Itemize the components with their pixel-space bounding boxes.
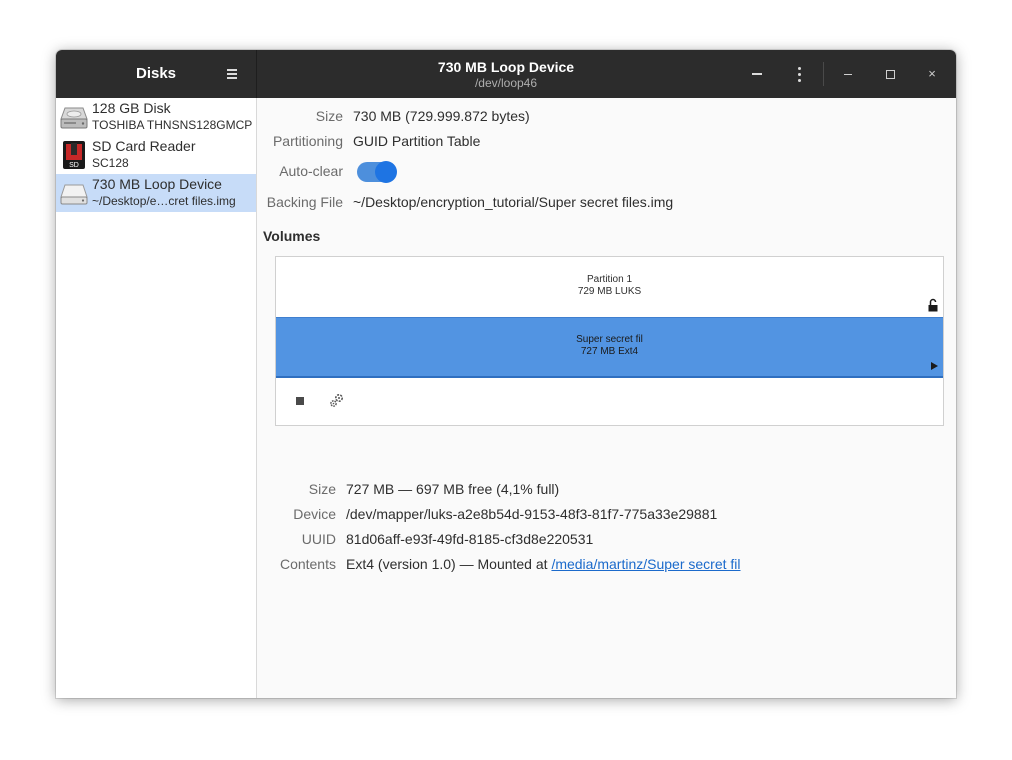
gears-icon[interactable] (328, 391, 346, 409)
mount-point-link[interactable]: /media/martinz/Super secret fil (551, 556, 740, 572)
volume-size-label: Size (308, 481, 336, 497)
autoclear-toggle[interactable] (357, 161, 397, 183)
sd-card-icon: SD (63, 141, 85, 169)
unmount-stop-icon[interactable] (296, 397, 304, 405)
minimize-window-icon[interactable] (837, 64, 859, 84)
disk-name: 730 MB Loop Device (92, 176, 222, 192)
uuid-label: UUID (301, 531, 336, 547)
filesystem-detail: 727 MB Ext4 (580, 346, 639, 357)
toggle-knob (375, 161, 397, 183)
loop-device-icon (60, 184, 88, 205)
partition-text: Partition 1 729 MB LUKS (276, 274, 943, 298)
filesystem-text: Super secret fil 727 MB Ext4 (276, 334, 943, 358)
disk-item-sd-card-reader[interactable]: SD SD Card Reader SC128 (56, 136, 256, 174)
contents-label: Contents (279, 556, 336, 572)
disk-model: TOSHIBA THNSNS128GMCP (92, 118, 253, 132)
backing-file-label: Backing File (266, 194, 343, 210)
headerbar: Disks 730 MB Loop Device /dev/loop46 × (56, 50, 956, 98)
backing-file-value: ~/Desktop/encryption_tutorial/Super secr… (353, 194, 674, 210)
headerbar-separator (823, 62, 824, 86)
device-label: Device (293, 506, 336, 522)
partition-detail: 729 MB LUKS (577, 286, 642, 297)
drive-menu-icon[interactable] (788, 64, 810, 84)
disk-name: SD Card Reader (92, 138, 196, 154)
maximize-window-icon[interactable] (879, 64, 901, 84)
unlocked-icon (928, 298, 938, 312)
partition-block[interactable]: Partition 1 729 MB LUKS (276, 257, 943, 317)
disks-window: Disks 730 MB Loop Device /dev/loop46 × 1… (56, 50, 956, 698)
disk-backing-path: ~/Desktop/e…cret files.img (92, 194, 236, 208)
filesystem-name: Super secret fil (576, 334, 643, 345)
volume-size-value: 727 MB — 697 MB free (4,1% full) (346, 481, 560, 497)
close-window-icon[interactable]: × (921, 64, 943, 84)
device-value: /dev/mapper/luks-a2e8b54d-9153-48f3-81f7… (346, 506, 718, 522)
size-value: 730 MB (729.999.872 bytes) (353, 108, 530, 124)
hard-disk-icon (60, 107, 88, 129)
volumes-heading: Volumes (263, 228, 321, 244)
disk-name: 128 GB Disk (92, 100, 171, 116)
eject-minus-icon[interactable] (746, 64, 768, 84)
uuid-value: 81d06aff-e93f-49fd-8185-cf3d8e220531 (346, 531, 594, 547)
mounted-play-icon (931, 362, 938, 370)
autoclear-label: Auto-clear (279, 163, 343, 179)
disk-list: 128 GB Disk TOSHIBA THNSNS128GMCP SD SD … (56, 98, 257, 698)
partition-name: Partition 1 (586, 274, 633, 285)
contents-value: Ext4 (version 1.0) — Mounted at /media/m… (346, 556, 741, 572)
partitioning-value: GUID Partition Table (353, 133, 481, 149)
filesystem-block[interactable]: Super secret fil 727 MB Ext4 (276, 317, 943, 378)
drive-details: Size 730 MB (729.999.872 bytes) Partitio… (257, 98, 956, 698)
contents-text: Ext4 (version 1.0) — Mounted at (346, 556, 552, 572)
sidebar-header: Disks (56, 50, 257, 98)
drive-title: 730 MB Loop Device (437, 59, 575, 75)
window-title: 730 MB Loop Device /dev/loop46 (406, 59, 606, 90)
size-label: Size (315, 108, 343, 124)
disk-model: SC128 (92, 156, 129, 170)
sd-icon-label: SD (69, 162, 79, 169)
app-menu-icon[interactable] (224, 67, 240, 81)
drive-device-path: /dev/loop46 (474, 76, 538, 90)
disk-item-loop-device[interactable]: 730 MB Loop Device ~/Desktop/e…cret file… (56, 174, 256, 212)
partitioning-label: Partitioning (272, 133, 343, 149)
disk-item-128gb[interactable]: 128 GB Disk TOSHIBA THNSNS128GMCP (56, 98, 256, 136)
volumes-map: Partition 1 729 MB LUKS Super secret fil… (275, 256, 944, 426)
